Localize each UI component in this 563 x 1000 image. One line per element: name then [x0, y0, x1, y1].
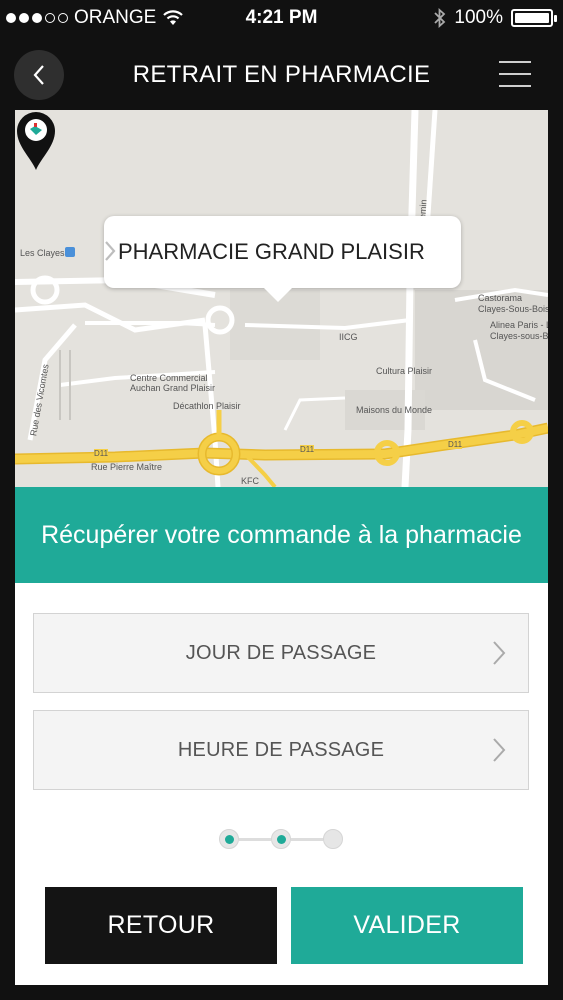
page-title: RETRAIT EN PHARMACIE	[132, 61, 431, 88]
progress-stepper	[219, 827, 343, 851]
stepper-step-completed	[271, 829, 291, 849]
stepper-connector	[239, 838, 271, 841]
stepper-step-pending	[323, 829, 343, 849]
map-label: Cultura Plaisir	[376, 366, 433, 376]
status-bar: ORANGE 4:21 PM 100%	[0, 0, 563, 36]
chevron-right-icon	[105, 241, 116, 261]
hour-selector[interactable]: HEURE DE PASSAGE	[33, 710, 529, 790]
map-label: Décathlon Plaisir	[173, 401, 241, 411]
confirm-button[interactable]: VALIDER	[291, 887, 523, 964]
map-label: IICG	[339, 332, 358, 342]
chevron-right-icon	[493, 641, 506, 665]
map-label: Auchan Grand Plaisir	[130, 383, 216, 393]
map-label: Maisons du Monde	[356, 405, 433, 415]
road-label: D11	[300, 445, 315, 454]
pharmacy-callout[interactable]: PHARMACIE GRAND PLAISIR	[104, 216, 461, 302]
map-label: KFC	[241, 476, 259, 486]
map-view[interactable]: Les Clayes Castorama Clayes-Sous-Bois Al…	[15, 110, 548, 487]
day-selector-label: JOUR DE PASSAGE	[185, 641, 377, 664]
pharmacy-name: PHARMACIE GRAND PLAISIR	[118, 239, 425, 264]
stepper-step-completed	[219, 829, 239, 849]
status-right: 100%	[434, 7, 557, 29]
map-label: Centre Commercial	[130, 373, 208, 383]
hamburger-menu-icon	[499, 61, 531, 63]
battery-percent: 100%	[454, 7, 503, 28]
map-label: Alinea Paris - L	[490, 320, 548, 330]
road-label: D11	[448, 440, 463, 449]
map-label: Rue Pierre Maître	[91, 462, 163, 472]
day-selector[interactable]: JOUR DE PASSAGE	[33, 613, 529, 693]
map-label: Castorama	[478, 293, 523, 303]
back-action-button[interactable]: RETOUR	[45, 887, 277, 964]
pickup-banner: Récupérer votre commande à la pharmacie	[15, 487, 548, 583]
location-pin-icon[interactable]	[15, 110, 57, 172]
battery-icon	[511, 9, 557, 27]
hour-selector-label: HEURE DE PASSAGE	[177, 738, 385, 761]
menu-button[interactable]	[499, 61, 531, 87]
map-label: Clayes-Sous-Bois	[478, 304, 548, 314]
stepper-connector	[291, 838, 323, 841]
map-label: Clayes-sous-Bo	[490, 331, 548, 341]
chevron-right-icon	[493, 738, 506, 762]
map-label: Les Clayes	[20, 248, 65, 258]
road-label: D11	[94, 449, 109, 458]
navigation-bar: RETRAIT EN PHARMACIE	[0, 36, 563, 110]
content-panel: Les Clayes Castorama Clayes-Sous-Bois Al…	[15, 110, 548, 985]
bluetooth-icon	[434, 8, 446, 28]
